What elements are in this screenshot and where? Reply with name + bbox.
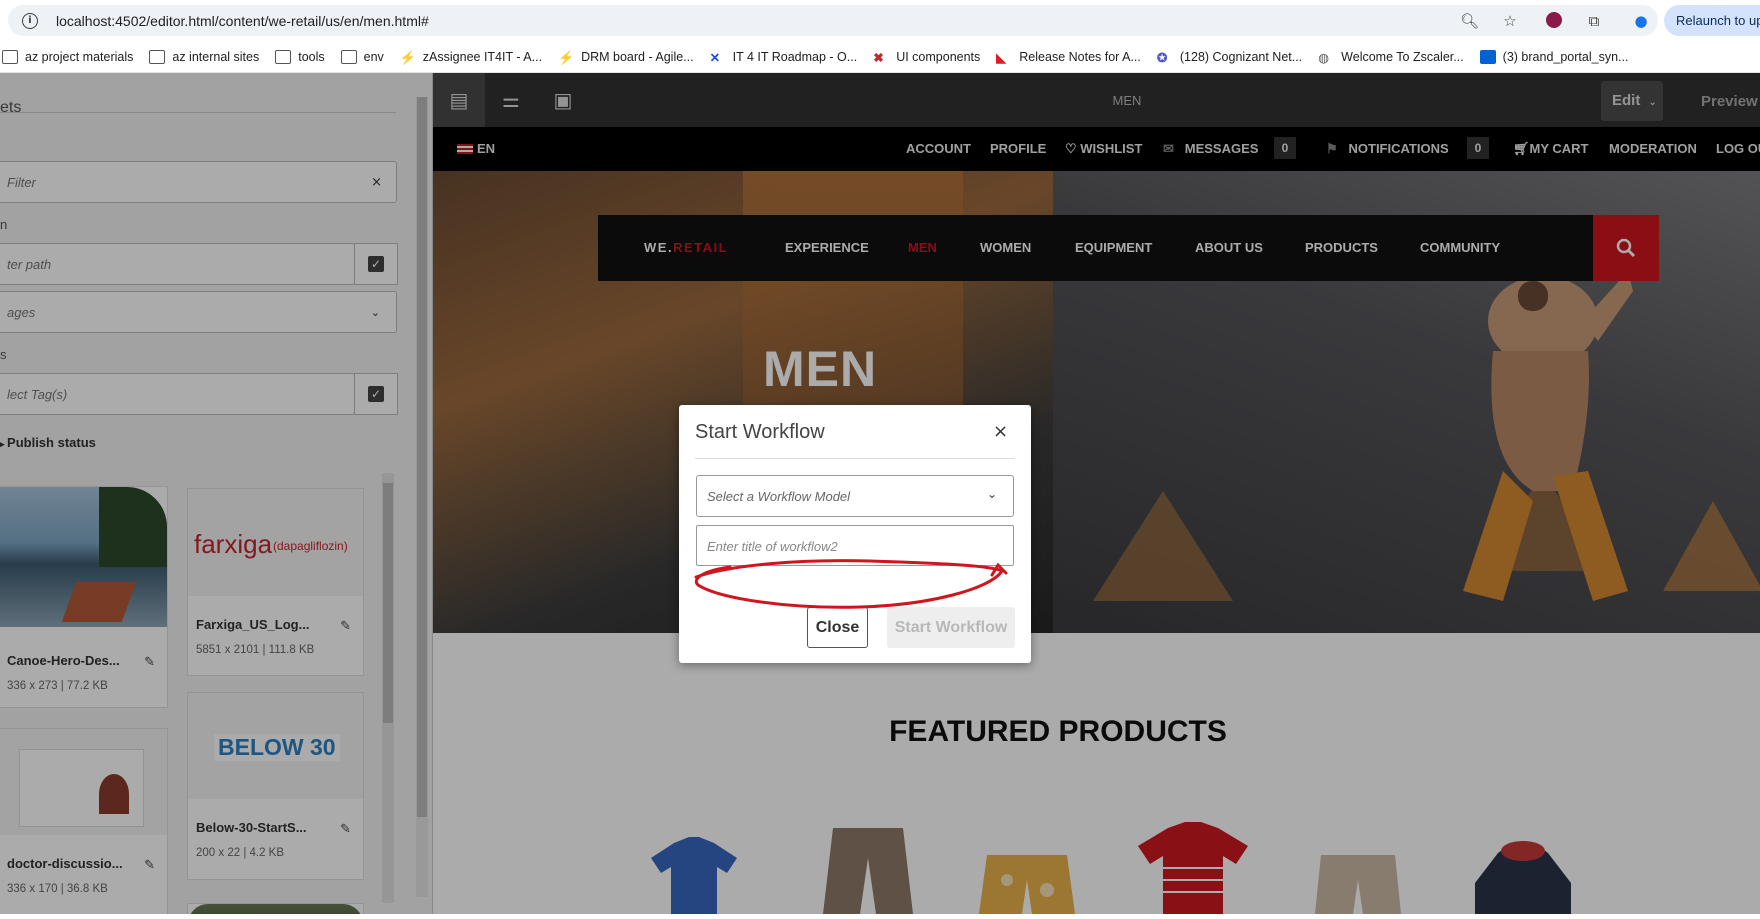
bookmark-item[interactable]: ✪ (128) Cognizant Net... [1156, 50, 1302, 65]
adobe-icon: ◣ [996, 50, 1006, 65]
teams-icon: ✪ [1156, 50, 1168, 65]
address-bar[interactable]: i localhost:4502/editor.html/content/we-… [8, 5, 1658, 36]
extension-badge-icon[interactable] [1545, 12, 1563, 30]
ui-icon: ✖ [873, 50, 884, 65]
bookmark-item[interactable]: ✕ IT 4 IT Roadmap - O... [709, 50, 858, 65]
url-text[interactable]: localhost:4502/editor.html/content/we-re… [56, 13, 429, 29]
dialog-divider [695, 458, 1015, 459]
close-icon[interactable]: × [993, 421, 1008, 442]
bookmark-item[interactable]: ◍ Welcome To Zscaler... [1318, 50, 1464, 65]
lightning-icon: ⚡ [399, 49, 416, 65]
bookmark-star-icon[interactable]: ☆ [1501, 12, 1519, 30]
bookmark-item[interactable]: env [340, 49, 384, 64]
bookmark-item[interactable]: ⚡ DRM board - Agile... [558, 49, 694, 65]
start-workflow-button[interactable]: Start Workflow [887, 607, 1015, 648]
lightning-icon: ⚡ [558, 49, 575, 65]
start-workflow-dialog: Start Workflow × Select a Workflow Model… [679, 405, 1031, 663]
bookmark-item[interactable]: ⚡ zAssignee IT4IT - A... [399, 49, 542, 65]
close-button[interactable]: Close [807, 607, 868, 648]
relaunch-button[interactable]: Relaunch to upd [1664, 5, 1760, 36]
box-icon [1479, 49, 1496, 64]
cross-icon: ✕ [709, 50, 721, 65]
extensions-icon[interactable]: ⧉ [1585, 12, 1603, 30]
bookmark-item[interactable]: az internal sites [149, 49, 259, 64]
chevron-down-icon: ⌄ [986, 487, 997, 501]
folder-icon [149, 49, 166, 64]
bookmarks-bar: az project materials az internal sites t… [0, 41, 1760, 73]
browser-toolbar: i localhost:4502/editor.html/content/we-… [0, 0, 1760, 40]
folder-icon [2, 49, 18, 64]
dialog-title: Start Workflow [695, 421, 825, 443]
bookmark-item[interactable]: ✖ UI components [873, 50, 980, 65]
bookmark-item[interactable]: ◣ Release Notes for A... [996, 50, 1141, 65]
workflow-model-select[interactable]: Select a Workflow Model ⌄ [696, 475, 1014, 517]
profile-icon[interactable]: ● [1632, 12, 1650, 30]
red-annotation-scribble [694, 559, 1008, 609]
folder-icon [275, 49, 292, 64]
globe-icon: ◍ [1318, 50, 1330, 65]
zoom-icon[interactable]: 🔍︎ [1460, 12, 1479, 30]
bookmark-item[interactable]: az project materials [2, 49, 133, 64]
folder-icon [340, 49, 357, 64]
site-info-icon[interactable]: i [22, 12, 38, 29]
bookmark-item[interactable]: tools [275, 49, 325, 64]
bookmark-item[interactable]: (3) brand_portal_syn... [1479, 49, 1628, 64]
